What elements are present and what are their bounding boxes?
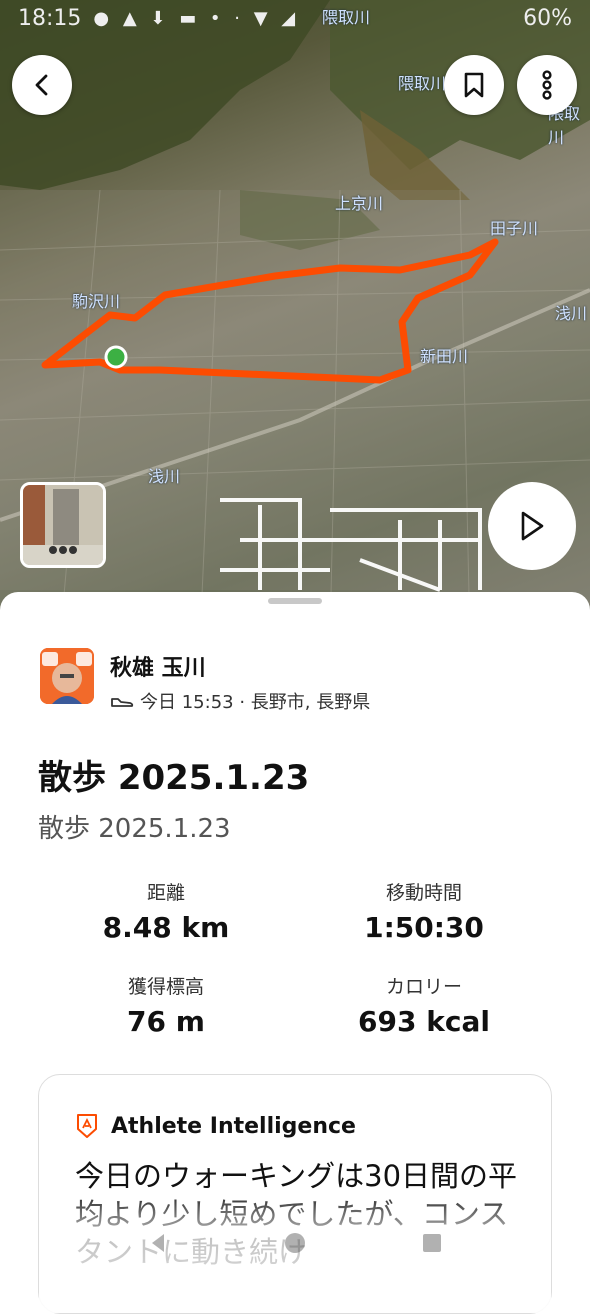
ai-title: Athlete Intelligence [111,1113,356,1139]
stat-elevation-gain: 獲得標高 76 m [46,972,286,1038]
river-label: 隈取川 [398,74,447,93]
sheet-drag-handle[interactable] [268,598,322,604]
activity-photo-thumbnail[interactable] [20,482,106,568]
stat-moving-time: 移動時間 1:50:30 [304,878,544,944]
stat-label: 距離 [146,882,185,904]
river-label: 新田川 [420,347,469,366]
stat-label: 移動時間 [385,882,462,904]
river-label: 浅川 [555,304,588,323]
nav-home-icon[interactable] [283,1231,307,1255]
status-time: 18:15 [18,5,82,31]
status-icons: ● ▲ ⬇ ▬ • · ▼ ◢ [93,7,300,29]
play-icon [521,511,544,541]
route-map[interactable]: 隈取川 隈取川 上京川 田子川 駒沢川 浅川 新田川 浅川 隈取川 18:15 … [0,0,590,640]
river-label: 上京川 [335,194,384,213]
stat-value: 76 m [127,1005,205,1038]
stat-label: 獲得標高 [127,976,204,998]
back-button[interactable] [12,55,72,115]
more-vert-icon [542,70,552,100]
nav-recents-icon[interactable] [420,1231,444,1255]
chevron-left-icon [35,74,48,96]
ai-header: Athlete Intelligence [75,1113,356,1139]
activity-detail-sheet: 秋雄 玉川 今日 15:53 · 長野市, 長野県 散歩 2025.1.23 散… [0,592,590,1314]
start-marker [104,345,128,369]
river-label: 駒沢川 [72,292,121,311]
activity-title: 散歩 2025.1.23 [38,758,310,798]
bookmark-icon [464,72,484,98]
river-label: 田子川 [490,219,539,238]
shoe-icon [111,698,134,707]
athlete-name[interactable]: 秋雄 玉川 [110,650,206,682]
stat-value: 8.48 km [102,911,230,944]
activity-meta-text: 今日 15:53 · 長野市, 長野県 [140,692,371,713]
more-options-button[interactable] [517,55,577,115]
stat-distance: 距離 8.48 km [46,878,286,944]
stat-label: カロリー [385,976,462,998]
photo-image [23,485,103,565]
stat-value: 693 kcal [358,1005,490,1038]
system-navigation-bar [0,1206,590,1279]
stat-calories: カロリー 693 kcal [304,972,544,1038]
avatar-image [40,648,94,704]
activity-meta: 今日 15:53 · 長野市, 長野県 [110,688,370,714]
river-label: 浅川 [148,467,181,486]
stat-value: 1:50:30 [364,911,484,944]
nav-back-icon[interactable] [146,1231,170,1255]
status-bar: 18:15 ● ▲ ⬇ ▬ • · ▼ ◢ 60% [0,0,590,36]
battery-level: 60% [523,5,572,31]
flyover-play-button[interactable] [488,482,576,570]
avatar[interactable] [40,648,94,704]
activity-description: 散歩 2025.1.23 [38,814,231,844]
bookmark-button[interactable] [444,55,504,115]
athlete-intelligence-icon [77,1114,97,1138]
